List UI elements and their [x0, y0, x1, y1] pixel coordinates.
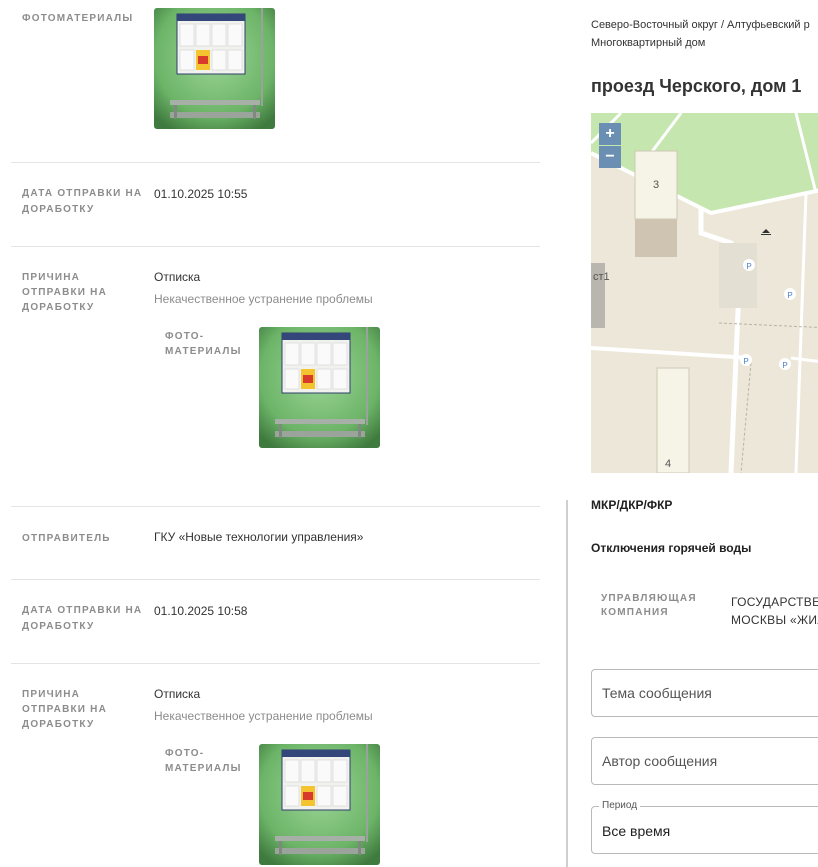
company-label-cont: КОМПАНИЯ — [601, 607, 669, 618]
reason-label: ПРИЧИНА — [22, 689, 81, 700]
reason-label-cont: ДОРАБОТКУ — [22, 302, 95, 313]
photo-image — [154, 8, 275, 129]
reason-label: ПРИЧИНА — [22, 272, 81, 283]
zoom-in-button[interactable]: + — [599, 123, 621, 145]
period-label: Период — [599, 800, 641, 811]
program-link[interactable]: МКР/ДКР/ФКР — [591, 498, 672, 512]
photo-thumbnail[interactable] — [259, 744, 380, 865]
row-divider — [11, 246, 540, 247]
photos-label-cont: МАТЕРИАЛЫ — [165, 346, 242, 357]
send-date-label-cont: ДОРАБОТКУ — [22, 621, 95, 632]
photos-label-cont: МАТЕРИАЛЫ — [165, 763, 242, 774]
panel-scrollbar[interactable] — [566, 500, 568, 867]
photos-label: ФОТОМАТЕРИАЛЫ — [22, 13, 134, 24]
photo-image — [259, 744, 380, 865]
send-date-label-cont: ДОРАБОТКУ — [22, 204, 95, 215]
svg-text:P: P — [787, 291, 792, 300]
breadcrumb: Северо-Восточный округ / Алтуфьевский р — [591, 19, 810, 31]
map-label-building: 3 — [653, 179, 659, 191]
company-value-cont: МОСКВЫ «ЖИЛ — [731, 613, 818, 627]
reason-value: Отписка — [154, 270, 201, 284]
period-select[interactable]: Период Все время — [591, 800, 818, 854]
svg-text:P: P — [746, 262, 751, 271]
map-label-building: 4 — [665, 458, 671, 470]
photo-thumbnail[interactable] — [154, 8, 275, 129]
building-map[interactable]: P P P P 3 4 ст1 + − — [591, 113, 818, 473]
photos-label: ФОТО- — [165, 331, 205, 342]
photos-label: ФОТО- — [165, 748, 205, 759]
map-label-building: ст1 — [593, 271, 610, 283]
zoom-out-button[interactable]: − — [599, 146, 621, 168]
row-divider — [11, 506, 540, 507]
parking-icon: P — [740, 354, 752, 366]
photo-thumbnail[interactable] — [259, 327, 380, 448]
send-date-value: 01.10.2025 10:55 — [154, 187, 248, 201]
author-field[interactable] — [591, 737, 818, 785]
map-canvas: P P P P 3 4 ст1 — [591, 113, 818, 473]
topic-field[interactable] — [591, 669, 818, 717]
row-divider — [11, 663, 540, 664]
page-title: проезд Черского, дом 1 — [591, 76, 802, 96]
revision-history-panel: ФОТОМАТЕРИАЛЫ ДАТА ОТПРАВКИ НА ДОРАБОТКУ… — [0, 0, 560, 867]
reason-detail: Некачественное устранение проблемы — [154, 709, 373, 723]
outage-link[interactable]: Отключения горячей воды — [591, 541, 751, 555]
photo-image — [259, 327, 380, 448]
sender-value: ГКУ «Новые технологии управления» — [154, 530, 364, 544]
company-label: УПРАВЛЯЮЩАЯ — [601, 593, 697, 604]
author-input[interactable] — [602, 753, 818, 769]
reason-label-cont: ДОРАБОТКУ — [22, 719, 95, 730]
reason-value: Отписка — [154, 687, 201, 701]
company-value: ГОСУДАРСТВЕН — [731, 595, 818, 609]
send-date-label: ДАТА ОТПРАВКИ НА — [22, 188, 143, 199]
svg-text:P: P — [782, 361, 787, 370]
parking-icon: P — [779, 358, 791, 370]
send-date-value: 01.10.2025 10:58 — [154, 604, 248, 618]
reason-label-cont: ОТПРАВКИ НА — [22, 704, 108, 715]
topic-input[interactable] — [602, 685, 818, 701]
building-info-panel: Северо-Восточный округ / Алтуфьевский р … — [570, 0, 818, 867]
reason-label-cont: ОТПРАВКИ НА — [22, 287, 108, 298]
parking-icon: P — [784, 288, 796, 300]
parking-icon: P — [743, 259, 755, 271]
row-divider — [11, 162, 540, 163]
sender-label: ОТПРАВИТЕЛЬ — [22, 533, 111, 544]
building-type: Многоквартирный дом — [591, 37, 706, 49]
period-value: Все время — [602, 823, 671, 839]
send-date-label: ДАТА ОТПРАВКИ НА — [22, 605, 143, 616]
row-divider — [11, 579, 540, 580]
reason-detail: Некачественное устранение проблемы — [154, 292, 373, 306]
svg-text:P: P — [743, 357, 748, 366]
